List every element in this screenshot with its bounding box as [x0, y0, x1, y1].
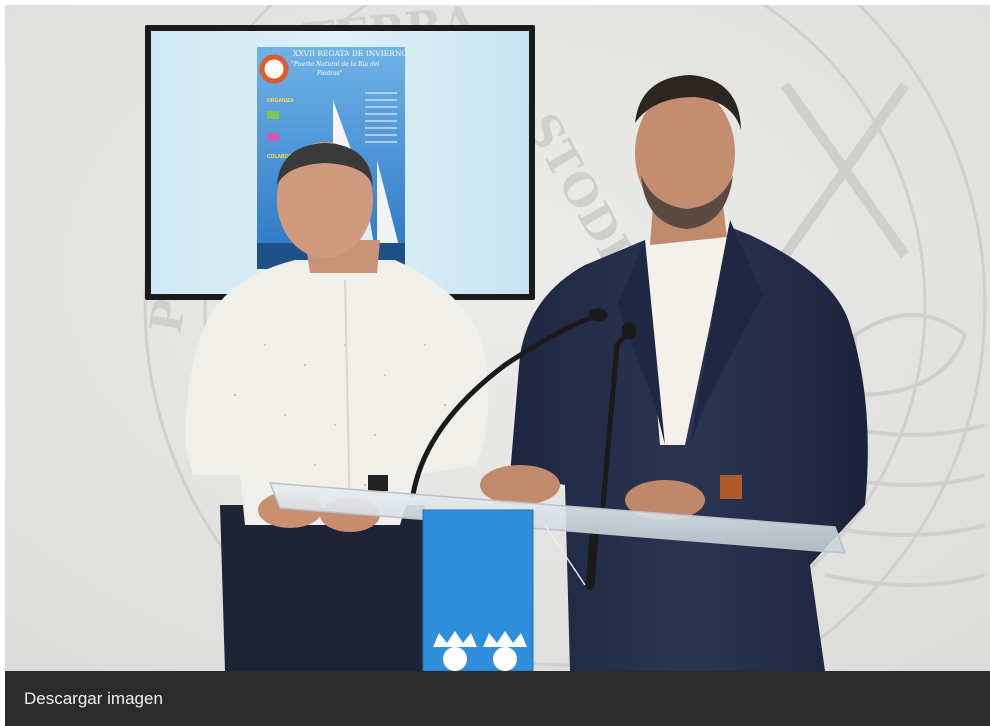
download-image-link[interactable]: Descargar imagen	[24, 689, 163, 709]
caption-bar: Descargar imagen	[5, 671, 990, 726]
photo-illustration: TERRA STODIA P XXVII REGATA DE INVIERNO …	[5, 5, 990, 671]
image-frame: TERRA STODIA P XXVII REGATA DE INVIERNO …	[5, 5, 990, 726]
press-conference-photo: TERRA STODIA P XXVII REGATA DE INVIERNO …	[5, 5, 990, 671]
poster-subtitle-1: "Puerto Natural de la Ría del	[291, 61, 379, 68]
lifebuoy-icon	[259, 54, 289, 84]
poster-title: XXVII REGATA DE INVIERNO	[293, 49, 408, 58]
microphone-icon	[588, 308, 608, 322]
poster-organiza: ORGANIZA	[267, 98, 294, 104]
poster-subtitle-2: Piedras"	[316, 70, 343, 77]
microphone-icon	[621, 322, 637, 340]
